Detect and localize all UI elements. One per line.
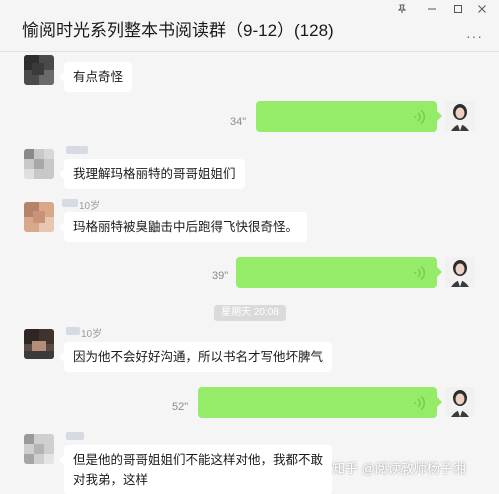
title-bar: 愉阅时光系列整本书阅读群（9-12）(128) ··· [0,0,499,52]
watermark: 知乎 @阅读教师杨子湘 [332,461,466,476]
voice-message-bubble[interactable] [256,101,442,132]
voice-message-bubble[interactable] [236,257,442,288]
voice-wave-icon [414,395,425,411]
sender-name-blurred [66,327,80,335]
pin-icon[interactable] [388,1,416,17]
message-text: 我理解玛格丽特的哥哥姐姐们 [73,167,236,181]
my-avatar[interactable] [445,387,475,417]
message-bubble[interactable]: 我理解玛格丽特的哥哥姐姐们 [59,159,245,189]
avatar[interactable] [24,434,54,464]
voice-wave-icon [414,265,425,281]
message-bubble[interactable]: 但是他的哥哥姐姐们不能这样对他，我都不敢 对我弟，这样 [58,445,333,494]
message-area[interactable]: 有点奇怪 34" 我理解玛格丽特的哥哥姐姐们 10岁 玛格丽特被臭鼬击中后跑得飞… [0,52,499,494]
voice-wave-icon [414,109,425,125]
avatar[interactable] [24,329,54,359]
sender-name: 10岁 [79,201,101,212]
my-avatar[interactable] [445,101,475,131]
message-text-line: 对我弟，这样 [73,473,149,487]
chat-title: 愉阅时光系列整本书阅读群（9-12）(128) [22,21,334,40]
avatar[interactable] [24,149,54,179]
sender-name-blurred [66,432,84,440]
my-avatar[interactable] [445,257,475,287]
message-text: 有点奇怪 [73,70,124,84]
sender-name-blurred [62,199,78,207]
minimize-icon[interactable] [418,1,446,17]
message-bubble[interactable]: 有点奇怪 [58,62,133,92]
message-bubble[interactable]: 因为他不会好好沟通，所以书名才写他坏脾气 [58,342,333,372]
message-text-line: 但是他的哥哥姐姐们不能这样对他，我都不敢 [73,453,324,467]
message-text: 因为他不会好好沟通，所以书名才写他坏脾气 [73,350,324,364]
voice-duration: 39" [212,270,229,282]
sender-name-blurred [66,146,88,154]
message-text: 玛格丽特被臭鼬击中后跑得飞快很奇怪。 [73,220,299,234]
more-options-icon[interactable]: ··· [466,28,483,44]
avatar[interactable] [24,55,54,85]
avatar[interactable] [24,202,54,232]
message-bubble[interactable]: 玛格丽特被臭鼬击中后跑得飞快很奇怪。 [58,212,308,242]
close-icon[interactable] [468,1,496,17]
voice-duration: 52" [172,401,189,413]
sender-name: 10岁 [81,329,103,340]
voice-message-bubble[interactable] [198,387,442,418]
time-separator: 星期天 20:08 [214,305,286,321]
voice-duration: 34" [230,116,247,128]
